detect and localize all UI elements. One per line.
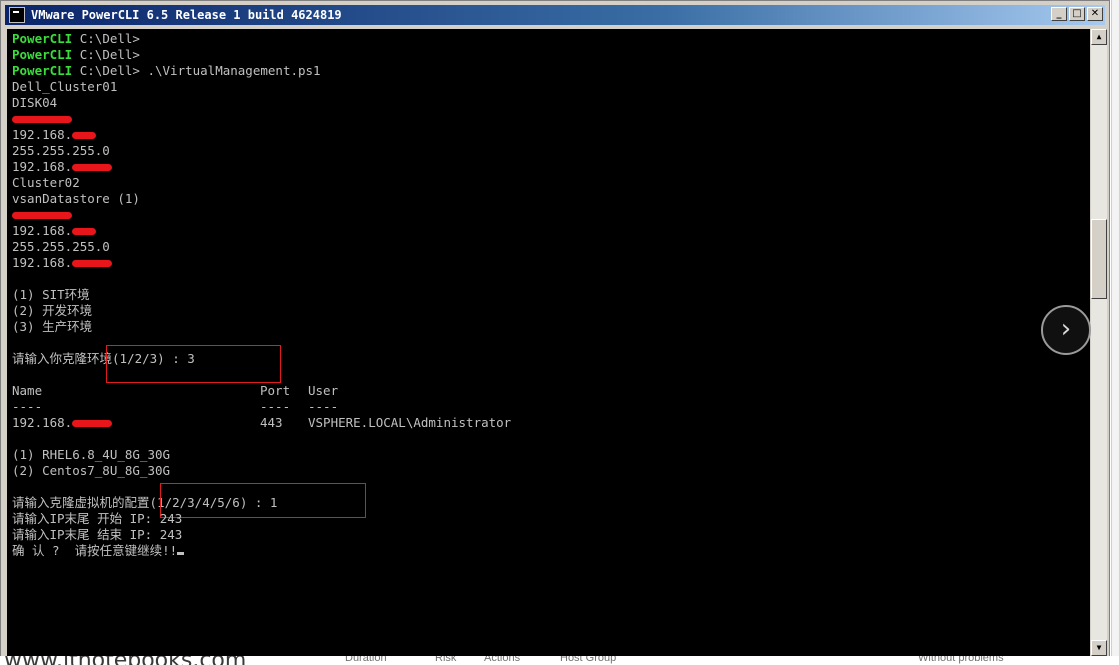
header-name: Name bbox=[12, 383, 43, 398]
ip-prefix: 192.168. bbox=[12, 223, 73, 238]
footer-hint: Host Group bbox=[560, 656, 617, 664]
powershell-icon bbox=[9, 7, 25, 23]
next-chevron-icon[interactable]: › bbox=[1041, 305, 1091, 355]
redaction-mark bbox=[72, 420, 113, 427]
scroll-down-icon[interactable]: ▼ bbox=[1091, 640, 1107, 656]
window-title: VMware PowerCLI 6.5 Release 1 build 4624… bbox=[31, 8, 342, 22]
console-line: PowerCLI C:\Dell> bbox=[12, 47, 140, 63]
row-user: VSPHERE.LOCAL\Administrator bbox=[308, 415, 512, 430]
prompt-path: C:\Dell> bbox=[72, 31, 140, 46]
ip-line: 192.168. bbox=[12, 223, 97, 239]
ip-end-prompt: 请输入IP末尾 结束 IP: 243 bbox=[12, 527, 183, 542]
prompt-path: C:\Dell> bbox=[72, 47, 140, 62]
cluster-name: Dell_Cluster01 bbox=[12, 79, 118, 94]
divider-port: ---- bbox=[260, 399, 291, 414]
minimize-button[interactable]: _ bbox=[1051, 7, 1067, 21]
redaction-mark bbox=[12, 116, 72, 123]
env-option: (1) SIT环境 bbox=[12, 287, 90, 302]
ip-line: 192.168. bbox=[12, 127, 97, 143]
vertical-scrollbar[interactable]: ▲ ▼ bbox=[1091, 29, 1107, 656]
row-port: 443 bbox=[260, 415, 283, 430]
prompt-path: C:\Dell> bbox=[72, 63, 140, 78]
ip-prefix: 192.168. bbox=[12, 159, 73, 174]
row-name: 192.168. bbox=[12, 415, 113, 431]
redaction-mark bbox=[12, 212, 72, 219]
console-output[interactable]: PowerCLI C:\Dell> PowerCLI C:\Dell> Powe… bbox=[7, 29, 1090, 656]
footer-hint: Actions bbox=[484, 656, 521, 664]
env-prompt-prefix: 请输入你克隆 bbox=[12, 351, 88, 366]
highlight-box bbox=[160, 483, 366, 518]
prompt-label: PowerCLI bbox=[12, 31, 73, 46]
background-app-footer: www.itnotebooks.com Duration Risk Action… bbox=[0, 656, 1119, 665]
title-bar[interactable]: VMware PowerCLI 6.5 Release 1 build 4624… bbox=[5, 5, 1105, 25]
powercli-window: VMware PowerCLI 6.5 Release 1 build 4624… bbox=[0, 0, 1110, 660]
template-option: (2) Centos7_8U_8G_30G bbox=[12, 463, 171, 478]
footer-hint: Without problems bbox=[918, 656, 1004, 664]
redaction-mark bbox=[72, 164, 113, 171]
ip-prefix: 192.168. bbox=[12, 127, 73, 142]
prompt-label: PowerCLI bbox=[12, 63, 73, 78]
confirm-prompt: 确 认 ? 请按任意键继续!! bbox=[12, 543, 185, 559]
confirm-text: 确 认 ? 请按任意键继续!! bbox=[12, 543, 178, 558]
netmask-line: 255.255.255.0 bbox=[12, 143, 110, 158]
ip-start-prompt: 请输入IP末尾 开始 IP: 243 bbox=[12, 511, 183, 526]
divider-name: ---- bbox=[12, 399, 43, 414]
prompt-label: PowerCLI bbox=[12, 47, 73, 62]
maximize-button[interactable]: □ bbox=[1069, 7, 1085, 21]
scroll-up-icon[interactable]: ▲ bbox=[1091, 29, 1107, 45]
watermark: www.itnotebooks.com bbox=[4, 656, 246, 665]
footer-hint: Duration bbox=[345, 656, 387, 664]
config-prompt-prefix: 请输入克隆虚拟机的 bbox=[12, 495, 125, 510]
console-line: PowerCLI C:\Dell> .\VirtualManagement.ps… bbox=[12, 63, 321, 79]
redaction-mark bbox=[72, 132, 97, 139]
ip-prefix: 192.168. bbox=[12, 415, 73, 430]
env-option: (3) 生产环境 bbox=[12, 319, 93, 334]
env-option: (2) 开发环境 bbox=[12, 303, 93, 318]
divider-user: ---- bbox=[308, 399, 339, 414]
disk-name: DISK04 bbox=[12, 95, 58, 110]
redaction-mark bbox=[72, 260, 113, 267]
table-row: 192.168. 443 VSPHERE.LOCAL\Administrator bbox=[12, 415, 612, 431]
gateway-line: 192.168. bbox=[12, 159, 113, 175]
close-button[interactable]: ✕ bbox=[1087, 7, 1103, 21]
scroll-thumb[interactable] bbox=[1091, 219, 1107, 299]
ip-prefix: 192.168. bbox=[12, 255, 73, 270]
netmask-line: 255.255.255.0 bbox=[12, 239, 110, 254]
text-cursor bbox=[177, 552, 185, 555]
header-port: Port bbox=[260, 383, 291, 398]
cluster-name: Cluster02 bbox=[12, 175, 80, 190]
datastore-name: vsanDatastore (1) bbox=[12, 191, 140, 206]
footer-hint: Risk bbox=[435, 656, 457, 664]
highlight-box bbox=[106, 345, 281, 383]
header-user: User bbox=[308, 383, 339, 398]
command-text: .\VirtualManagement.ps1 bbox=[139, 63, 321, 78]
gateway-line: 192.168. bbox=[12, 255, 113, 271]
template-option: (1) RHEL6.8_4U_8G_30G bbox=[12, 447, 171, 462]
background-app-edge bbox=[1111, 0, 1119, 665]
redacted-line bbox=[12, 207, 72, 223]
redaction-mark bbox=[72, 228, 97, 235]
console-line: PowerCLI C:\Dell> bbox=[12, 31, 140, 47]
redacted-line bbox=[12, 111, 72, 127]
